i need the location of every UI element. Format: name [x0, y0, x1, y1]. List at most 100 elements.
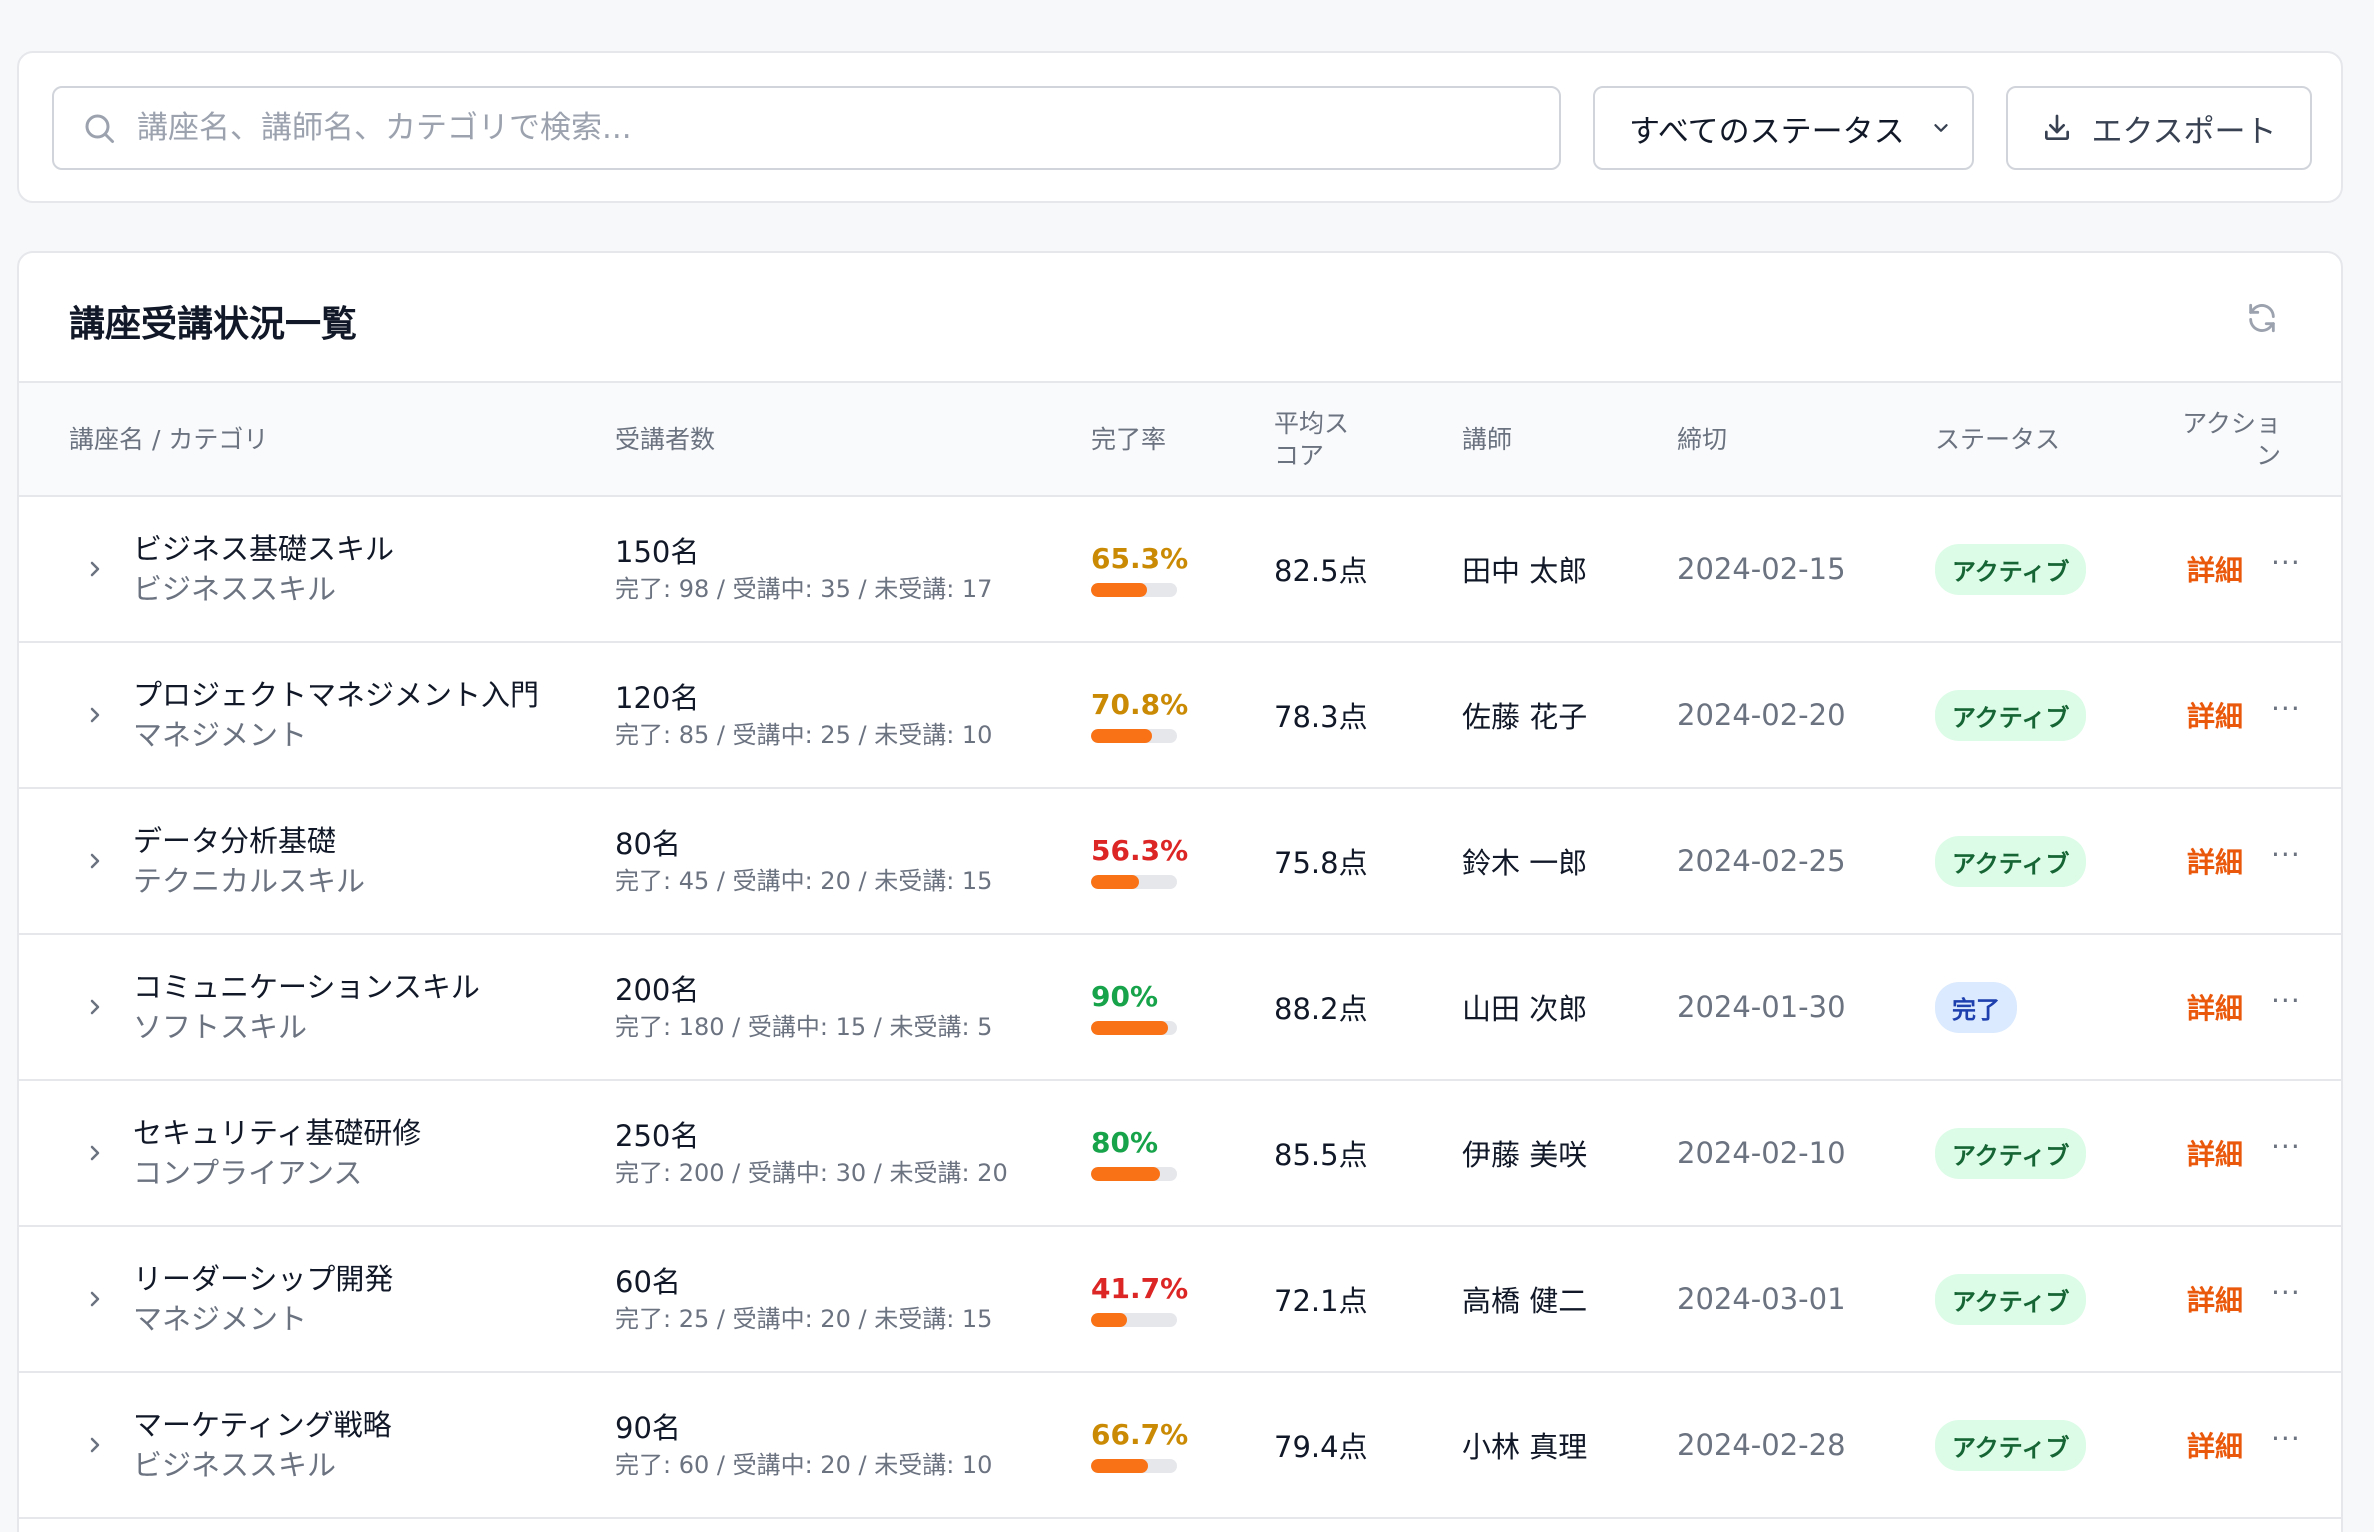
refresh-icon[interactable]: [2245, 301, 2279, 335]
more-actions-icon[interactable]: ···: [2271, 838, 2301, 871]
deadline-date: 2024-02-28: [1677, 1428, 1846, 1462]
expand-toggle[interactable]: [83, 935, 107, 1079]
completion-progress-bar: [1091, 583, 1177, 597]
chevron-right-icon: [90, 853, 100, 869]
completion-progress-fill: [1091, 583, 1148, 597]
instructor-name: 高橋 健二: [1462, 1284, 1588, 1318]
table-row: ビジネス基礎スキル ビジネススキル 150名 完了: 98 / 受講中: 35 …: [19, 497, 2341, 643]
course-cell: ビジネス基礎スキル ビジネススキル: [133, 497, 394, 641]
detail-link[interactable]: 詳細: [2187, 987, 2243, 1027]
action-cell: 詳細 ···: [2187, 643, 2301, 787]
completion-progress-bar: [1091, 1021, 1177, 1035]
course-cell: マーケティング戦略 ビジネススキル: [133, 1373, 392, 1517]
instructor-name: 山田 次郎: [1462, 992, 1588, 1026]
more-actions-icon[interactable]: ···: [2271, 1422, 2301, 1455]
chevron-right-icon: [90, 1291, 100, 1307]
chevron-right-icon: [90, 999, 100, 1015]
col-header-name[interactable]: 講座名 / カテゴリ: [69, 383, 268, 497]
average-score: 82.5点: [1274, 554, 1368, 588]
status-cell: アクティブ: [1935, 1373, 2087, 1517]
course-cell: データ分析基礎 テクニカルスキル: [133, 789, 365, 933]
status-badge: アクティブ: [1935, 1419, 2087, 1471]
more-actions-icon[interactable]: ···: [2271, 1130, 2301, 1163]
completion-progress-fill: [1091, 1021, 1169, 1035]
instructor-name: 小林 真理: [1462, 1430, 1588, 1464]
enrollment-count: 120名: [615, 681, 700, 715]
col-header-deadline[interactable]: 締切: [1677, 383, 1727, 497]
course-cell: プロジェクトマネジメント入門 マネジメント: [133, 643, 539, 787]
course-category: ソフトスキル: [133, 1010, 308, 1044]
completion-cell: 90%: [1091, 935, 1177, 1079]
completion-progress-fill: [1091, 1313, 1127, 1327]
average-score: 72.1点: [1274, 1284, 1368, 1318]
detail-link[interactable]: 詳細: [2187, 1279, 2243, 1319]
enrollment-count: 250名: [615, 1119, 700, 1153]
detail-link[interactable]: 詳細: [2187, 841, 2243, 881]
expand-toggle[interactable]: [83, 643, 107, 787]
more-actions-icon[interactable]: ···: [2271, 984, 2301, 1017]
completion-rate: 66.7%: [1091, 1418, 1189, 1451]
action-cell: 詳細 ···: [2187, 1081, 2301, 1225]
action-cell: 詳細 ···: [2187, 789, 2301, 933]
search-input[interactable]: [137, 110, 1517, 146]
export-button[interactable]: エクスポート: [2006, 86, 2312, 170]
col-header-rate[interactable]: 完了率: [1091, 383, 1166, 497]
completion-cell: 41.7%: [1091, 1227, 1188, 1371]
enrollment-breakdown: 完了: 60 / 受講中: 20 / 未受講: 10: [615, 1451, 993, 1479]
col-header-score[interactable]: 平均ス コア: [1274, 383, 1364, 497]
enrollment-cell: 200名 完了: 180 / 受講中: 15 / 未受講: 5: [615, 935, 992, 1079]
page-title: 講座受講状況一覧: [69, 304, 358, 345]
status-filter-value: すべてのステータス: [1629, 113, 1905, 150]
expand-toggle[interactable]: [83, 789, 107, 933]
completion-progress-bar: [1091, 1459, 1177, 1473]
status-badge: アクティブ: [1935, 1273, 2087, 1325]
enrollment-count: 90名: [615, 1411, 681, 1445]
instructor-name: 田中 太郎: [1462, 554, 1588, 588]
average-score: 88.2点: [1274, 992, 1368, 1026]
col-header-instructor[interactable]: 講師: [1462, 383, 1512, 497]
status-cell: アクティブ: [1935, 643, 2087, 787]
course-cell: セキュリティ基礎研修 コンプライアンス: [133, 1081, 421, 1225]
col-header-status[interactable]: ステータス: [1935, 383, 2060, 497]
expand-toggle[interactable]: [83, 497, 107, 641]
course-name: データ分析基礎: [133, 824, 337, 858]
completion-progress-fill: [1091, 729, 1152, 743]
detail-link[interactable]: 詳細: [2187, 1133, 2243, 1173]
enrollment-cell: 90名 完了: 60 / 受講中: 20 / 未受講: 10: [615, 1373, 992, 1517]
course-table-card: 講座受講状況一覧 講座名 / カテゴリ 受講者数 完了率 平均ス コア 講師 締…: [17, 251, 2343, 1532]
expand-toggle[interactable]: [83, 1081, 107, 1225]
completion-cell: 80%: [1091, 1081, 1177, 1225]
course-name: リーダーシップ開発: [133, 1262, 394, 1296]
enrollment-cell: 250名 完了: 200 / 受講中: 30 / 未受講: 20: [615, 1081, 1008, 1225]
col-header-action: アクショ ン: [2182, 409, 2281, 470]
search-icon: [85, 114, 114, 143]
more-actions-icon[interactable]: ···: [2271, 546, 2301, 579]
enrollment-cell: 80名 完了: 45 / 受講中: 20 / 未受講: 15: [615, 789, 992, 933]
table-row: マーケティング戦略 ビジネススキル 90名 完了: 60 / 受講中: 20 /…: [19, 1373, 2341, 1519]
detail-link[interactable]: 詳細: [2187, 549, 2243, 589]
completion-rate: 80%: [1091, 1126, 1159, 1159]
filter-toolbar: すべてのステータス エクスポート: [17, 51, 2343, 203]
detail-link[interactable]: 詳細: [2187, 695, 2243, 735]
completion-progress-bar: [1091, 729, 1177, 743]
enrollment-breakdown: 完了: 200 / 受講中: 30 / 未受講: 20: [615, 1159, 1008, 1187]
status-filter-select[interactable]: すべてのステータス: [1593, 86, 1974, 170]
course-category: マネジメント: [133, 1302, 308, 1336]
completion-rate: 90%: [1091, 980, 1159, 1013]
completion-progress-bar: [1091, 875, 1177, 889]
table-body: ビジネス基礎スキル ビジネススキル 150名 完了: 98 / 受講中: 35 …: [19, 497, 2341, 1519]
course-name: ビジネス基礎スキル: [133, 532, 395, 566]
completion-cell: 70.8%: [1091, 643, 1188, 787]
more-actions-icon[interactable]: ···: [2271, 692, 2301, 725]
card-header: 講座受講状況一覧: [19, 253, 2341, 383]
expand-toggle[interactable]: [83, 1373, 107, 1517]
expand-toggle[interactable]: [83, 1227, 107, 1371]
table-row: プロジェクトマネジメント入門 マネジメント 120名 完了: 85 / 受講中:…: [19, 643, 2341, 789]
detail-link[interactable]: 詳細: [2187, 1425, 2243, 1465]
more-actions-icon[interactable]: ···: [2271, 1276, 2301, 1309]
col-header-count[interactable]: 受講者数: [615, 383, 715, 497]
completion-rate: 41.7%: [1091, 1272, 1189, 1305]
search-box[interactable]: [52, 86, 1561, 170]
enrollment-count: 150名: [615, 535, 700, 569]
deadline-date: 2024-02-20: [1677, 698, 1846, 732]
